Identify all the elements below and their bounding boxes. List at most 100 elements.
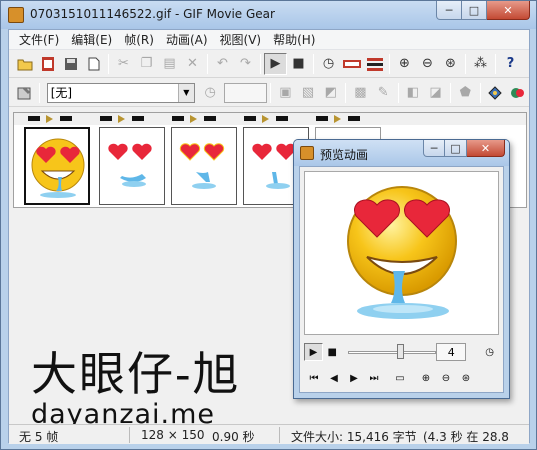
undo-button[interactable]: ↶	[211, 53, 234, 75]
preview-play-button[interactable]: ▶	[304, 343, 323, 361]
paint-button[interactable]: ✎	[372, 82, 395, 104]
maximize-button[interactable]: □	[462, 1, 487, 20]
transparency-select[interactable]: [无] ▼	[46, 82, 195, 103]
zoom-fit-button[interactable]: ⊛	[439, 53, 462, 75]
zoom-out-icon: ⊖	[422, 56, 433, 71]
monitor-button[interactable]: ▭	[390, 369, 410, 387]
rotate-frame-button[interactable]: ◩	[319, 82, 342, 104]
status-bar: 无 5 帧 128 × 150 0.90 秒 文件大小: 15,416 字节 (…	[9, 424, 529, 444]
delete-button[interactable]: ✕	[181, 53, 204, 75]
insert-frame-icon: ▣	[279, 85, 292, 100]
slider-track	[347, 351, 436, 354]
optimize-button[interactable]: ⬟	[454, 82, 477, 104]
preview-title-bar[interactable]: 预览动画 ─ □ ✕	[294, 140, 509, 166]
toolbar-separator	[38, 82, 40, 103]
resize-button[interactable]: ◧	[402, 82, 425, 104]
preview-speed-button[interactable]: ◷	[480, 343, 499, 361]
help-button[interactable]: ?	[499, 53, 522, 75]
toolbar-separator	[479, 82, 481, 103]
open-frames-button[interactable]	[36, 53, 59, 75]
flip-button[interactable]: ◪	[424, 82, 447, 104]
zoom-in-button[interactable]: ⊕	[393, 53, 416, 75]
slider-thumb[interactable]	[396, 344, 404, 359]
delay-clock-button[interactable]: ◷	[199, 82, 222, 104]
paste-button[interactable]: ▤	[158, 53, 181, 75]
preview-zoom-in-button[interactable]: ⊕	[416, 369, 436, 387]
crop-button[interactable]: ▩	[349, 82, 372, 104]
frame-thumbnail-3[interactable]	[171, 127, 237, 205]
edit-frame-button[interactable]: ▧	[297, 82, 320, 104]
cut-button[interactable]: ✂	[112, 53, 135, 75]
redo-button[interactable]: ↷	[234, 53, 257, 75]
menu-animation[interactable]: 动画(A)	[160, 31, 214, 49]
scissors-icon: ✂	[118, 56, 129, 71]
close-button[interactable]: ✕	[487, 1, 530, 20]
stop-button[interactable]: ■	[287, 53, 310, 75]
preview-close-button[interactable]: ✕	[467, 140, 505, 157]
status-time: (4.3 秒 在 28.8	[423, 430, 509, 444]
film-icon	[41, 56, 54, 71]
open-folder-button[interactable]	[13, 53, 36, 75]
previous-frame-icon: ◀	[330, 372, 338, 384]
play-button[interactable]: ▶	[264, 52, 287, 75]
preview-zoom-fit-button[interactable]: ⊛	[456, 369, 476, 387]
preview-maximize-button[interactable]: □	[445, 140, 467, 157]
toolbar-separator	[207, 53, 208, 74]
toolbar-separator	[449, 82, 451, 103]
sprocket-hole	[348, 116, 360, 121]
sprocket-arrow-icon	[118, 115, 125, 123]
toolbar-separator	[345, 82, 347, 103]
copy-button[interactable]: ❐	[135, 53, 158, 75]
sprocket-hole	[172, 116, 184, 121]
preview-window-title: 预览动画	[320, 148, 369, 162]
menu-file[interactable]: 文件(F)	[13, 31, 65, 49]
first-frame-button[interactable]: ⏮	[304, 369, 324, 387]
delete-x-icon: ✕	[187, 56, 198, 71]
sprocket-row	[14, 113, 526, 125]
preview-frame-number[interactable]: 4	[436, 343, 467, 361]
new-button[interactable]	[82, 53, 105, 75]
insert-frame-button[interactable]: ▣	[274, 82, 297, 104]
status-delay: 0.90 秒	[212, 430, 255, 444]
properties-icon	[17, 86, 31, 99]
next-frame-button[interactable]: ▶	[344, 369, 364, 387]
clock-icon: ◷	[204, 85, 216, 100]
toolbar-separator	[260, 53, 261, 74]
redo-icon: ↷	[240, 56, 251, 71]
sprocket-hole	[204, 116, 216, 121]
status-divider	[129, 427, 130, 443]
menu-frame[interactable]: 帧(R)	[118, 31, 160, 49]
preview-frame-slider[interactable]	[347, 343, 436, 361]
menu-edit[interactable]: 编辑(E)	[65, 31, 118, 49]
preview-minimize-button[interactable]: ─	[423, 140, 445, 157]
hearts-frame-icon	[179, 143, 225, 189]
preview-zoom-out-button[interactable]: ⊖	[436, 369, 456, 387]
frames-view-button[interactable]	[363, 53, 386, 75]
menu-help[interactable]: 帮助(H)	[267, 31, 321, 49]
save-button[interactable]	[59, 53, 82, 75]
title-bar[interactable]: 0703151011146522.gif - GIF Movie Gear ─ …	[1, 1, 536, 29]
menu-view[interactable]: 视图(V)	[214, 31, 268, 49]
frame-thumbnail-1[interactable]	[24, 127, 90, 205]
zoom-fit-icon: ⊛	[445, 56, 456, 71]
preview-caption-buttons: ─ □ ✕	[423, 140, 505, 158]
last-frame-button[interactable]: ⏭	[364, 369, 384, 387]
zoom-out-button[interactable]: ⊖	[416, 53, 439, 75]
delay-input[interactable]	[223, 82, 267, 103]
previous-frame-button[interactable]: ◀	[324, 369, 344, 387]
filmstrip-view-button[interactable]	[340, 53, 363, 75]
color-button[interactable]	[506, 82, 529, 104]
hearts-frame-icon	[108, 143, 152, 187]
preview-client-area: ▶ ■ 4 ◷ ⏮ ◀ ▶ ⏭ ▭ ⊕ ⊖ ⊛	[299, 166, 504, 393]
minimize-button[interactable]: ─	[436, 1, 462, 20]
frame-properties-button[interactable]	[13, 82, 36, 104]
context-help-button[interactable]: ⁂	[469, 53, 492, 75]
toolbar-separator	[495, 53, 496, 74]
preview-stop-button[interactable]: ■	[323, 343, 342, 361]
sprocket-hole	[100, 116, 112, 121]
paint-brush-icon: ✎	[377, 85, 389, 100]
frame-thumbnail-2[interactable]	[99, 127, 165, 205]
palette-button[interactable]	[484, 82, 507, 104]
gif-movie-gear-icon	[300, 146, 314, 160]
timing-button[interactable]: ◷	[317, 53, 340, 75]
